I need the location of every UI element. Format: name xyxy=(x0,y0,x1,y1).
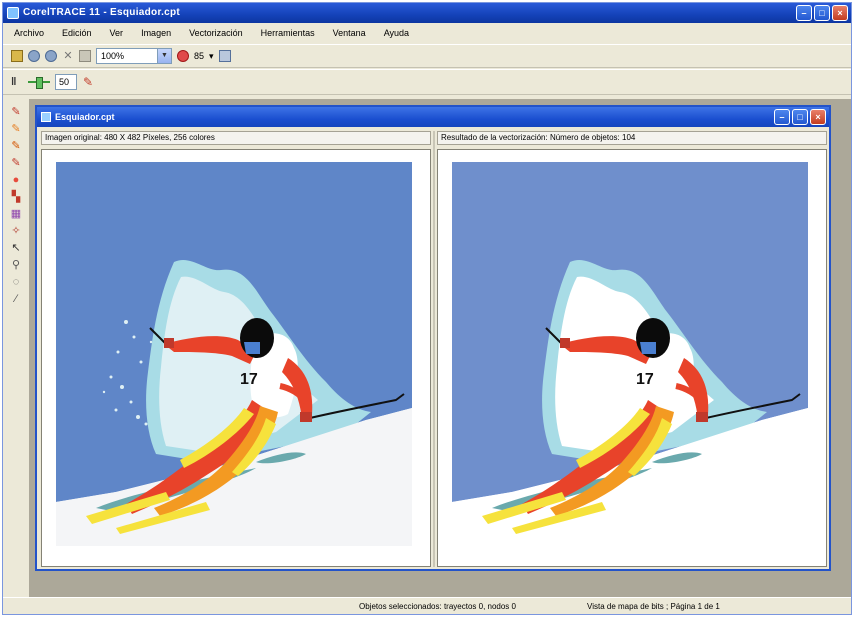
cut-icon[interactable]: ✕ xyxy=(62,50,74,62)
trace-pen-icon[interactable]: ✎ xyxy=(82,76,94,88)
menu-ayuda[interactable]: Ayuda xyxy=(381,26,412,40)
trace-mosaic-icon[interactable]: ● xyxy=(9,173,23,187)
app-title: CorelTRACE 11 - Esquiador.cpt xyxy=(23,7,181,18)
menu-edicion[interactable]: Edición xyxy=(59,26,95,40)
traced-canvas[interactable]: 17 xyxy=(437,149,827,567)
menu-ventana[interactable]: Ventana xyxy=(330,26,369,40)
original-image-header: Imagen original: 480 X 482 Píxeles, 256 … xyxy=(41,131,431,145)
corel-trace-window: CorelTRACE 11 - Esquiador.cpt – □ × Arch… xyxy=(2,2,852,615)
trace-centerline-icon[interactable]: ✎ xyxy=(9,105,23,119)
zoom-value: 100% xyxy=(101,51,125,61)
trace-wizard-icon[interactable]: ✧ xyxy=(9,224,23,238)
traced-skier-image: 17 xyxy=(452,162,808,546)
corel-app-icon xyxy=(7,7,19,19)
smoothing-input[interactable]: 50 xyxy=(55,74,77,90)
smoothing-slider[interactable] xyxy=(28,76,50,89)
maximize-button[interactable]: □ xyxy=(814,5,830,21)
menu-vectorizacion[interactable]: Vectorización xyxy=(186,26,246,40)
doc-minimize-button[interactable]: – xyxy=(774,109,790,125)
copy-icon[interactable] xyxy=(79,50,91,62)
magic-wand-icon[interactable]: ◌ xyxy=(9,275,23,289)
fit-window-icon[interactable] xyxy=(218,50,231,62)
pointer-icon[interactable]: ↖ xyxy=(9,241,23,255)
menu-herramientas[interactable]: Herramientas xyxy=(258,26,318,40)
color-mode-icon[interactable] xyxy=(177,50,189,62)
trace-3d-mosaic-icon[interactable]: ▚ xyxy=(9,190,23,204)
chevron-down-icon[interactable]: ▼ xyxy=(157,49,171,63)
document-icon xyxy=(41,112,51,122)
document-title-bar[interactable]: Esquiador.cpt – □ × xyxy=(37,107,829,127)
document-controls: – □ × xyxy=(774,109,826,125)
traced-result-pane: Resultado de la vectorización: Número de… xyxy=(437,131,827,567)
svg-text:17: 17 xyxy=(636,371,654,388)
pane-divider[interactable] xyxy=(433,131,435,567)
document-window: Esquiador.cpt – □ × Imagen original: 480… xyxy=(35,105,831,571)
color-count-label[interactable]: 85 xyxy=(194,51,204,61)
eraser-icon[interactable]: ∕ xyxy=(9,292,23,306)
toolbox: ✎ ✎ ✎ ✎ ● ▚ ▦ ✧ ↖ ⚲ ◌ ∕ xyxy=(7,101,25,341)
bars-icon[interactable]: ‖ xyxy=(11,76,23,88)
status-bar: Objetos seleccionados: trayectos 0, nodo… xyxy=(3,597,851,614)
doc-close-button[interactable]: × xyxy=(810,109,826,125)
close-button[interactable]: × xyxy=(832,5,848,21)
trace-outline-icon[interactable]: ✎ xyxy=(9,122,23,136)
trace-sketch-icon[interactable]: ✎ xyxy=(9,139,23,153)
original-canvas[interactable]: 17 xyxy=(41,149,431,567)
document-title: Esquiador.cpt xyxy=(55,112,115,122)
status-selection: Objetos seleccionados: trayectos 0, nodo… xyxy=(359,602,516,611)
export-icon[interactable] xyxy=(45,50,57,62)
original-skier-image: 17 xyxy=(56,162,412,546)
menu-bar: Archivo Edición Ver Imagen Vectorización… xyxy=(3,23,851,43)
menu-archivo[interactable]: Archivo xyxy=(11,26,47,40)
menu-ver[interactable]: Ver xyxy=(107,26,127,40)
trace-ornamental-icon[interactable]: ▦ xyxy=(9,207,23,221)
workspace: Esquiador.cpt – □ × Imagen original: 480… xyxy=(29,99,851,597)
color-count-dropdown[interactable]: ▾ xyxy=(209,51,214,62)
svg-text:17: 17 xyxy=(240,371,258,388)
traced-result-header: Resultado de la vectorización: Número de… xyxy=(437,131,827,145)
minimize-button[interactable]: – xyxy=(796,5,812,21)
title-bar[interactable]: CorelTRACE 11 - Esquiador.cpt – □ × xyxy=(3,3,851,23)
window-controls: – □ × xyxy=(796,5,848,21)
zoom-icon[interactable]: ⚲ xyxy=(9,258,23,272)
save-icon[interactable] xyxy=(28,50,40,62)
status-view: Vista de mapa de bits ; Página 1 de 1 xyxy=(587,602,720,611)
zoom-select[interactable]: 100% ▼ xyxy=(96,48,172,64)
doc-maximize-button[interactable]: □ xyxy=(792,109,808,125)
standard-toolbar: ✕ 100% ▼ 85 ▾ xyxy=(3,44,851,68)
menu-imagen[interactable]: Imagen xyxy=(138,26,174,40)
open-icon[interactable] xyxy=(11,50,23,62)
original-image-pane: Imagen original: 480 X 482 Píxeles, 256 … xyxy=(41,131,431,567)
trace-woodcut-icon[interactable]: ✎ xyxy=(9,156,23,170)
property-bar: ‖ 50 ✎ xyxy=(3,69,851,95)
